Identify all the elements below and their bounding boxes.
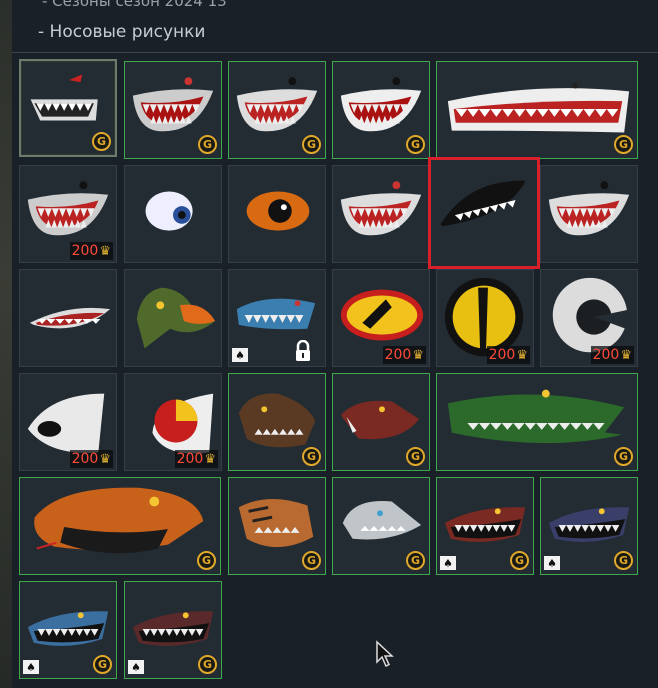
golden-eagle-coin-icon: G <box>614 447 633 466</box>
decal-image <box>447 82 630 133</box>
tile-eye-yellow[interactable]: 200 ♛ <box>436 269 534 367</box>
decal-image <box>34 487 204 554</box>
tile-shark-mouth-7[interactable] <box>540 165 638 263</box>
price-value: 200 <box>71 243 99 259</box>
golden-eagle-coin-icon: G <box>406 551 425 570</box>
price-value: 200 <box>592 347 620 363</box>
lock-icon <box>296 340 310 361</box>
decal-image <box>246 191 310 231</box>
price-tag: 200 ♛ <box>382 346 426 364</box>
golden-eagle-coin-icon: G <box>93 655 112 674</box>
tile-dark-shark-1[interactable]: ♠ G <box>436 477 534 575</box>
price-value: 200 <box>71 451 99 467</box>
marketplace-spade-icon: ♠ <box>128 660 144 674</box>
tile-boar[interactable]: G <box>332 373 430 471</box>
category-title[interactable]: - Носовые рисунки <box>38 22 205 42</box>
background-scenery <box>0 0 12 688</box>
decal-image <box>136 287 216 349</box>
decal-image <box>29 307 111 329</box>
golden-eagle-coin-icon: G <box>197 551 216 570</box>
golden-eagle-coin-icon: G <box>614 135 633 154</box>
tile-dark-shark-2[interactable]: ♠ G <box>540 477 638 575</box>
tile-eye-white-2[interactable]: 200 ♛ <box>19 373 117 471</box>
golden-eagle-coin-icon: G <box>406 447 425 466</box>
tile-eye-yellow-red[interactable]: 200 ♛ <box>332 269 430 367</box>
marketplace-spade-icon: ♠ <box>440 556 456 570</box>
tile-dark-shark-4[interactable]: ♠ G <box>124 581 222 679</box>
tile-shark-mouth-black[interactable] <box>428 157 540 269</box>
tile-shark-mouth-4[interactable]: G <box>332 61 430 159</box>
tile-eagle-head[interactable] <box>124 269 222 367</box>
price-tag: 200 ♛ <box>69 242 113 260</box>
price-value: 200 <box>176 451 204 467</box>
tile-eye-white[interactable]: 200 ♛ <box>540 269 638 367</box>
golden-eagle-coin-icon: G <box>510 551 529 570</box>
previous-category-label[interactable]: - Сезоны сезон 2024 13 <box>42 0 227 10</box>
decal-image <box>548 181 630 236</box>
price-tag: 200 ♛ <box>174 450 218 468</box>
eagle-currency-icon: ♛ <box>620 347 632 363</box>
eagle-currency-icon: ♛ <box>412 347 424 363</box>
tile-blue-shark[interactable]: ♠ <box>228 269 326 367</box>
tile-snake[interactable]: G <box>19 477 221 575</box>
decal-image <box>447 389 625 444</box>
decal-image <box>145 191 193 231</box>
golden-eagle-coin-icon: G <box>614 551 633 570</box>
tile-eye-orange[interactable] <box>228 165 326 263</box>
tile-bear[interactable]: G <box>228 373 326 471</box>
price-tag: 200 ♛ <box>69 450 113 468</box>
eagle-currency-icon: ♛ <box>516 347 528 363</box>
tile-shark-mouth-5[interactable]: 200 ♛ <box>19 165 117 263</box>
tile-dark-shark-3[interactable]: ♠ G <box>19 581 117 679</box>
tile-tiger[interactable]: G <box>228 477 326 575</box>
tile-eye-red-yellow[interactable]: 200 ♛ <box>124 373 222 471</box>
golden-eagle-coin-icon: G <box>302 551 321 570</box>
eagle-currency-icon: ♛ <box>99 451 111 467</box>
decal-image <box>340 181 422 236</box>
price-tag: 200 ♛ <box>590 346 634 364</box>
tile-wolf[interactable]: G <box>332 477 430 575</box>
price-value: 200 <box>488 347 516 363</box>
price-tag: 200 ♛ <box>486 346 530 364</box>
tile-shark-mouth-3[interactable]: G <box>228 61 326 159</box>
price-value: 200 <box>384 347 412 363</box>
tile-shark-mouth-wide[interactable]: G <box>436 61 638 159</box>
tile-shark-mouth-6[interactable] <box>332 165 430 263</box>
decal-image <box>440 180 526 227</box>
golden-eagle-coin-icon: G <box>302 135 321 154</box>
marketplace-spade-icon: ♠ <box>23 660 39 674</box>
tile-mouth-red[interactable] <box>19 269 117 367</box>
tile-eye-blue[interactable] <box>124 165 222 263</box>
golden-eagle-coin-icon: G <box>92 132 111 151</box>
tile-shark-mouth-1[interactable]: G <box>19 59 117 157</box>
golden-eagle-coin-icon: G <box>198 135 217 154</box>
marketplace-spade-icon: ♠ <box>232 348 248 362</box>
mouse-cursor-icon <box>376 640 394 668</box>
header-divider <box>12 52 658 53</box>
eagle-currency-icon: ♛ <box>99 243 111 259</box>
tile-shark-mouth-2[interactable]: G <box>124 61 222 159</box>
golden-eagle-coin-icon: G <box>406 135 425 154</box>
golden-eagle-coin-icon: G <box>198 655 217 674</box>
golden-eagle-coin-icon: G <box>302 447 321 466</box>
eagle-currency-icon: ♛ <box>204 451 216 467</box>
tile-crocodile[interactable]: G <box>436 373 638 471</box>
marketplace-spade-icon: ♠ <box>544 556 560 570</box>
